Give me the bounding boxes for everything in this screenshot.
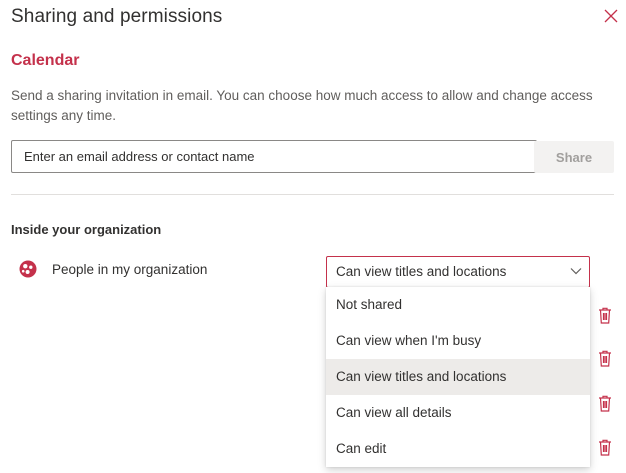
option-view-all-details[interactable]: Can view all details: [326, 395, 590, 431]
option-can-edit[interactable]: Can edit: [326, 431, 590, 467]
trash-icon[interactable]: [598, 307, 612, 324]
divider: [11, 194, 614, 195]
people-group-icon: [19, 260, 37, 278]
close-icon[interactable]: [604, 9, 618, 23]
option-view-titles-locations[interactable]: Can view titles and locations: [326, 359, 590, 395]
share-button[interactable]: Share: [534, 141, 614, 173]
email-input[interactable]: [11, 140, 537, 173]
people-in-org-label: People in my organization: [52, 262, 208, 277]
permission-select[interactable]: Can view titles and locations: [326, 256, 590, 288]
sharing-permissions-dialog: Sharing and permissions Calendar Send a …: [0, 0, 626, 473]
dialog-title: Sharing and permissions: [11, 6, 223, 27]
option-not-shared[interactable]: Not shared: [326, 287, 590, 323]
calendar-heading: Calendar: [11, 52, 80, 69]
permission-dropdown-menu: Not shared Can view when I'm busy Can vi…: [326, 287, 590, 467]
option-view-busy[interactable]: Can view when I'm busy: [326, 323, 590, 359]
organization-heading: Inside your organization: [11, 222, 162, 237]
sharing-description: Send a sharing invitation in email. You …: [11, 88, 593, 123]
chevron-down-icon: [570, 268, 582, 275]
trash-icon[interactable]: [598, 350, 612, 367]
trash-icon[interactable]: [598, 395, 612, 412]
trash-icon[interactable]: [598, 439, 612, 456]
permission-select-value: Can view titles and locations: [336, 264, 507, 279]
